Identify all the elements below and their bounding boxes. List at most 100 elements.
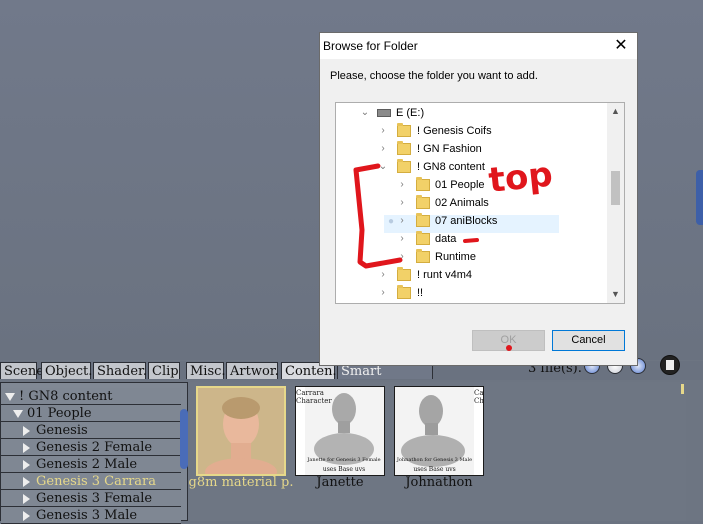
dialog-title: Browse for Folder <box>320 33 637 59</box>
thumbnail-label: Johnathon <box>405 475 473 490</box>
tree-item-label: Genesis 3 Female <box>36 491 153 506</box>
side-panel-handle[interactable] <box>696 170 703 225</box>
tree-node-label: ! GN Fashion <box>417 143 482 155</box>
folder-tree-view[interactable]: ● ⌄ E (E:) › ! Genesis Coifs › ! GN Fash… <box>335 102 625 304</box>
tree-node-folder[interactable]: › 01 People <box>336 176 606 194</box>
tree-item[interactable]: Genesis 3 Male <box>1 507 181 524</box>
chevron-right-icon[interactable]: › <box>397 212 407 230</box>
tree-item[interactable]: Genesis <box>1 422 181 439</box>
folder-icon <box>397 285 411 299</box>
tree-node-folder[interactable]: › !! <box>336 284 606 302</box>
tree-node-folder[interactable]: › ! runt v4m4 <box>336 266 606 284</box>
tree-node-label: ! GN8 content <box>417 161 485 173</box>
tree-node-folder[interactable]: › ! GN Fashion <box>336 140 606 158</box>
cancel-button[interactable]: Cancel <box>552 330 625 351</box>
folder-icon <box>416 231 430 245</box>
tree-item-label: Genesis 2 Female <box>36 440 153 455</box>
chevron-down-icon[interactable]: ⌄ <box>378 158 388 176</box>
tree-node-folder[interactable]: › 02 Animals <box>336 194 606 212</box>
tree-scrollbar[interactable] <box>180 409 188 469</box>
chevron-right-icon[interactable]: › <box>378 122 388 140</box>
tree-node-drive-e[interactable]: ⌄ E (E:) <box>336 104 606 122</box>
document-icon[interactable] <box>660 355 680 375</box>
tab-artwork[interactable]: Artwor. <box>226 362 279 379</box>
tree-item-label: Genesis 2 Male <box>36 457 138 472</box>
scrollbar-thumb[interactable] <box>611 171 620 205</box>
tree-node-label: 02 Animals <box>435 197 489 209</box>
tree-item-selected[interactable]: Genesis 3 Carrara <box>1 473 181 490</box>
tree-node-label: data <box>435 233 457 245</box>
tab-shader[interactable]: Shader. <box>93 362 147 379</box>
collapse-icon[interactable] <box>23 442 30 453</box>
thumbnail-caption: uses Base uvs <box>413 466 456 473</box>
thumbnail-johnathon[interactable]: Carrara Character Johnathon for Genesis … <box>394 386 484 476</box>
chevron-right-icon[interactable]: › <box>378 284 388 302</box>
browse-folder-dialog: Browse for Folder ✕ Please, choose the f… <box>319 32 638 366</box>
tree-node-folder[interactable]: › Runtime <box>336 248 606 266</box>
tree-item[interactable]: Genesis 2 Male <box>1 456 181 473</box>
thumbnail-label: g8m material p. <box>188 475 294 490</box>
chevron-right-icon[interactable]: › <box>397 194 407 212</box>
tree-node-folder[interactable]: › 07 aniBlocks <box>336 212 606 230</box>
tree-item[interactable]: Genesis 2 Female <box>1 439 181 456</box>
folder-tree-scrollbar[interactable]: ▲ ▼ <box>607 103 624 303</box>
tree-node-label: !! <box>417 287 424 299</box>
content-tree: ! GN8 content 01 People Genesis Genesis … <box>0 382 188 524</box>
chevron-right-icon[interactable]: › <box>397 230 407 248</box>
collapse-icon[interactable] <box>23 493 30 504</box>
close-icon[interactable]: ✕ <box>613 38 629 54</box>
expand-icon[interactable] <box>13 409 23 418</box>
thumbnail-caption: Johnathon for Genesis 3 Male <box>396 457 473 463</box>
collapse-icon[interactable] <box>23 476 30 487</box>
tree-node-label: 01 People <box>435 179 485 191</box>
chevron-right-icon[interactable]: › <box>397 248 407 266</box>
tree-node-label: E (E:) <box>396 107 425 119</box>
tab-misc[interactable]: Misc. <box>186 362 226 379</box>
dialog-instruction: Please, choose the folder you want to ad… <box>330 70 538 82</box>
chevron-right-icon[interactable]: › <box>397 176 407 194</box>
tree-item-gn8-content[interactable]: ! GN8 content <box>1 388 181 405</box>
side-caption: Carrara Character <box>474 389 484 405</box>
folder-icon <box>416 195 430 209</box>
tree-item-label: Genesis 3 Carrara <box>36 474 157 489</box>
collapse-icon[interactable] <box>23 510 30 521</box>
tree-item-people[interactable]: 01 People <box>1 405 181 422</box>
chevron-right-icon[interactable]: › <box>378 140 388 158</box>
tree-item-label: 01 People <box>27 406 92 421</box>
tree-node-folder[interactable]: › data <box>336 230 606 248</box>
tab-object[interactable]: Object. <box>41 362 92 379</box>
tree-node-folder[interactable]: › ! Genesis Coifs <box>336 122 606 140</box>
folder-icon <box>416 249 430 263</box>
folder-icon <box>397 159 411 173</box>
tree-node-label: 07 aniBlocks <box>435 215 498 227</box>
expand-icon[interactable] <box>5 392 15 401</box>
tab-clip[interactable]: Clip <box>148 362 180 379</box>
tab-scene[interactable]: Scene. <box>0 362 48 379</box>
tree-item-label: Genesis <box>36 423 88 438</box>
thumbnail-janette[interactable]: Carrara Character Janette for Genesis 3 … <box>295 386 385 476</box>
folder-icon <box>416 213 430 227</box>
head-render-image <box>198 388 284 474</box>
thumbnail-caption: Janette for Genesis 3 Female <box>307 457 381 463</box>
tree-node-label: Runtime <box>435 251 476 263</box>
thumbnail-g8m-material[interactable] <box>196 386 286 476</box>
ok-button[interactable]: OK <box>472 330 545 351</box>
tree-node-label: ! Genesis Coifs <box>417 125 492 137</box>
folder-icon <box>416 177 430 191</box>
thumbnail-caption: uses Base uvs <box>322 466 366 473</box>
tree-node-gn8-content[interactable]: ⌄ ! GN8 content <box>336 158 606 176</box>
folder-icon <box>397 267 411 281</box>
panel-marker <box>681 384 684 394</box>
collapse-icon[interactable] <box>23 459 30 470</box>
chevron-right-icon[interactable]: › <box>378 266 388 284</box>
thumbnail-area: g8m material p. Carrara Character Janett… <box>189 382 686 521</box>
tree-item[interactable]: Genesis 3 Female <box>1 490 181 507</box>
scroll-up-icon[interactable]: ▲ <box>611 106 620 116</box>
drive-icon <box>377 109 391 117</box>
scroll-down-icon[interactable]: ▼ <box>611 289 620 299</box>
folder-icon <box>397 141 411 155</box>
tree-item-label: ! GN8 content <box>19 389 113 404</box>
collapse-icon[interactable] <box>23 425 30 436</box>
side-caption: Carrara Character <box>296 389 332 405</box>
chevron-down-icon[interactable]: ⌄ <box>360 104 370 122</box>
